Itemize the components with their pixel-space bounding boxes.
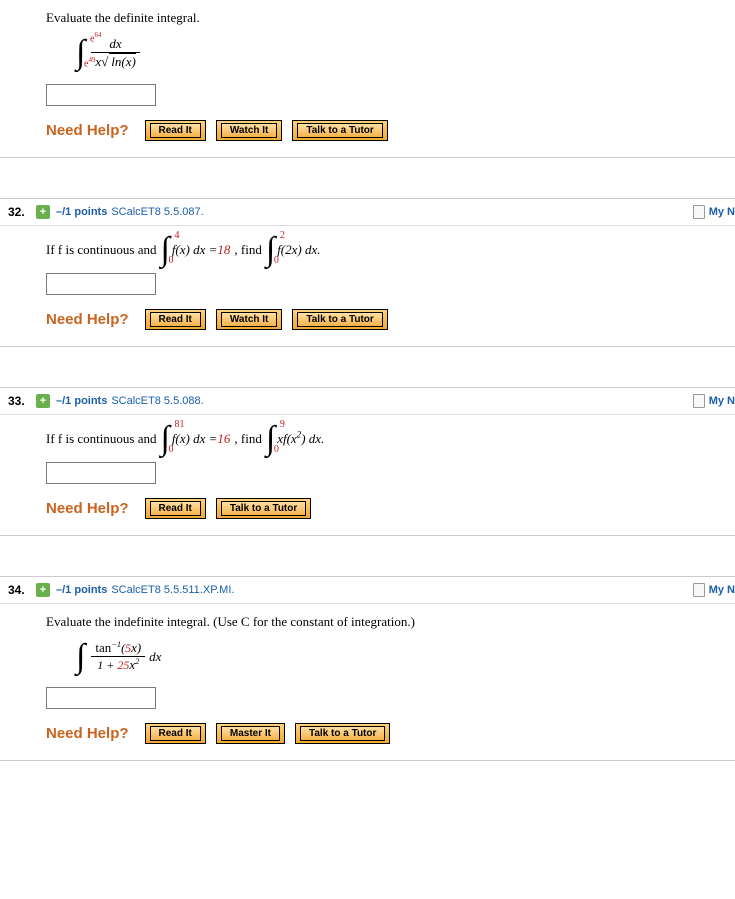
watch-it-button[interactable]: Watch It — [216, 309, 283, 330]
question-number: 33. — [8, 394, 36, 408]
points-label: –/1 points — [56, 206, 107, 218]
talk-tutor-button[interactable]: Talk to a Tutor — [292, 120, 387, 141]
note-icon — [693, 583, 705, 597]
problem-source: SCalcET8 5.5.088. — [111, 395, 203, 407]
note-icon — [693, 205, 705, 219]
question-number: 32. — [8, 205, 36, 219]
question-header: 33. + –/1 points SCalcET8 5.5.088. My N — [0, 388, 735, 415]
question-33: 33. + –/1 points SCalcET8 5.5.088. My N … — [0, 387, 735, 536]
expand-icon[interactable]: + — [36, 583, 50, 597]
question-31: Evaluate the definite integral. ∫ e64 e4… — [0, 0, 735, 158]
prompt-text: Evaluate the indefinite integral. (Use C… — [46, 614, 415, 630]
my-notes-link[interactable]: My N — [693, 583, 735, 597]
question-34: 34. + –/1 points SCalcET8 5.5.511.XP.MI.… — [0, 576, 735, 761]
problem-source: SCalcET8 5.5.087. — [111, 206, 203, 218]
points-label: –/1 points — [56, 395, 107, 407]
question-prompt: If f is continuous and ∫ 81 0 f(x) dx = … — [46, 425, 725, 452]
question-32: 32. + –/1 points SCalcET8 5.5.087. My N … — [0, 198, 735, 347]
expand-icon[interactable]: + — [36, 205, 50, 219]
answer-input[interactable] — [46, 84, 156, 106]
integral-expression: ∫ e64 e49 dx x√ln(x) — [76, 36, 725, 70]
need-help-label: Need Help? — [46, 311, 129, 328]
answer-input[interactable] — [46, 273, 156, 295]
question-prompt: Evaluate the definite integral. — [46, 10, 725, 26]
points-label: –/1 points — [56, 584, 107, 596]
question-prompt: Evaluate the indefinite integral. (Use C… — [46, 614, 725, 630]
answer-input[interactable] — [46, 687, 156, 709]
my-notes-link[interactable]: My N — [693, 205, 735, 219]
answer-input[interactable] — [46, 462, 156, 484]
need-help-label: Need Help? — [46, 500, 129, 517]
read-it-button[interactable]: Read It — [145, 498, 206, 519]
question-prompt: If f is continuous and ∫ 4 0 f(x) dx = 1… — [46, 236, 725, 263]
question-header: 32. + –/1 points SCalcET8 5.5.087. My N — [0, 199, 735, 226]
read-it-button[interactable]: Read It — [145, 309, 206, 330]
talk-tutor-button[interactable]: Talk to a Tutor — [292, 309, 387, 330]
expand-icon[interactable]: + — [36, 394, 50, 408]
talk-tutor-button[interactable]: Talk to a Tutor — [295, 723, 390, 744]
master-it-button[interactable]: Master It — [216, 723, 285, 744]
problem-source: SCalcET8 5.5.511.XP.MI. — [111, 584, 234, 596]
my-notes-link[interactable]: My N — [693, 394, 735, 408]
read-it-button[interactable]: Read It — [145, 120, 206, 141]
note-icon — [693, 394, 705, 408]
need-help-label: Need Help? — [46, 122, 129, 139]
integral-expression: ∫ tan−1(5x) 1 + 25x2 dx — [76, 640, 725, 673]
watch-it-button[interactable]: Watch It — [216, 120, 283, 141]
question-number: 34. — [8, 583, 36, 597]
need-help-label: Need Help? — [46, 725, 129, 742]
question-header: 34. + –/1 points SCalcET8 5.5.511.XP.MI.… — [0, 577, 735, 604]
talk-tutor-button[interactable]: Talk to a Tutor — [216, 498, 311, 519]
prompt-text: Evaluate the definite integral. — [46, 10, 200, 26]
read-it-button[interactable]: Read It — [145, 723, 206, 744]
